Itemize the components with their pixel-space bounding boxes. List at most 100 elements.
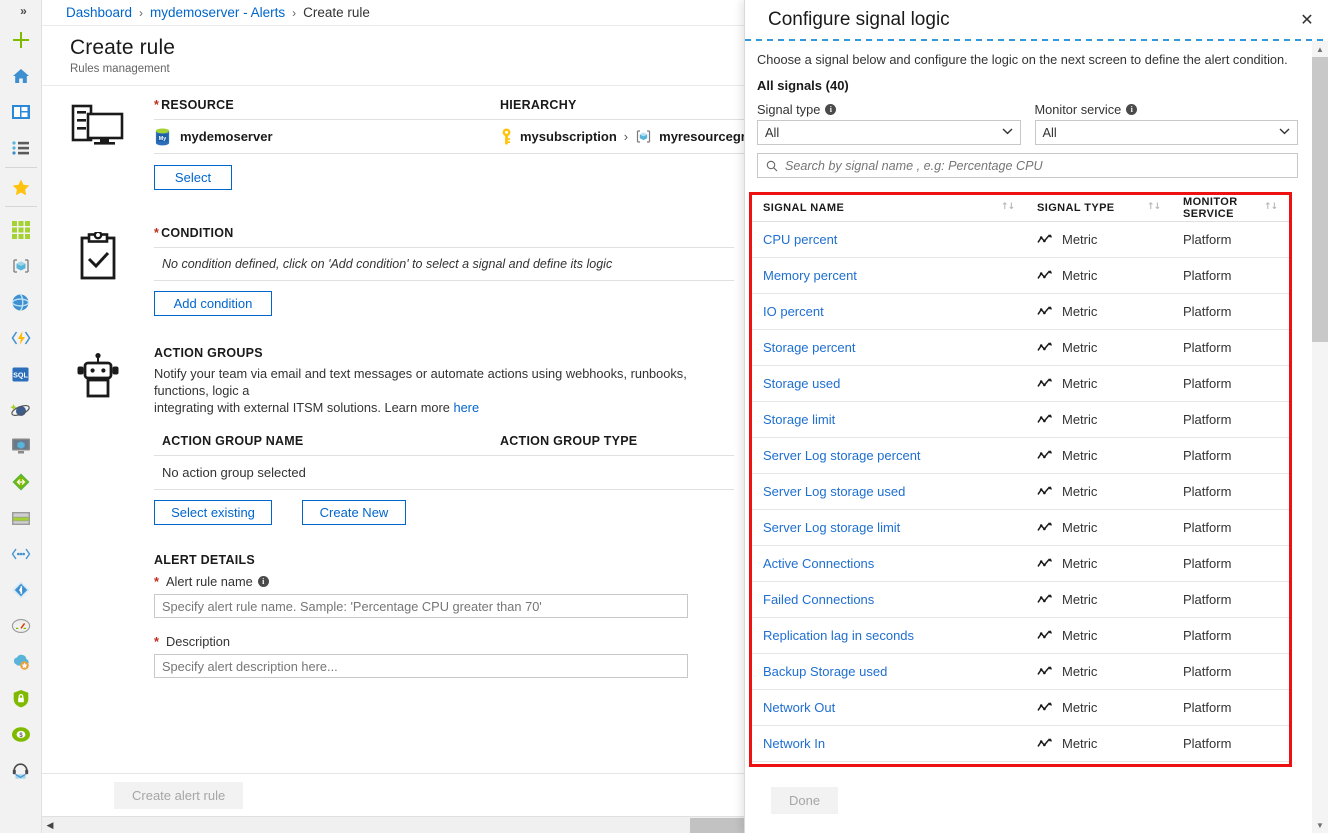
all-services-icon[interactable]	[0, 130, 42, 166]
resource-groups-icon[interactable]	[0, 248, 42, 284]
select-existing-action-group-button[interactable]: Select existing	[154, 500, 272, 525]
signal-name-link[interactable]: Replication lag in seconds	[763, 628, 914, 643]
signal-name-link[interactable]: Storage limit	[763, 412, 835, 427]
select-resource-button[interactable]: Select	[154, 165, 232, 190]
breadcrumb-item-alerts[interactable]: mydemoserver - Alerts	[150, 5, 285, 20]
signal-type-select[interactable]: All	[757, 120, 1021, 145]
signal-name-link[interactable]: Network Out	[763, 700, 835, 715]
virtual-machines-icon[interactable]	[0, 428, 42, 464]
app-services-icon[interactable]	[0, 284, 42, 320]
table-row[interactable]: Server Log storage used Metric Platform	[752, 473, 1289, 510]
signal-name-link[interactable]: Storage percent	[763, 340, 856, 355]
sort-icon[interactable]: ↑↓	[1264, 202, 1278, 212]
info-icon[interactable]: i	[257, 576, 269, 587]
signal-name-cell: Storage limit	[752, 401, 1026, 438]
horizontal-scrollbar[interactable]: ◀	[42, 816, 744, 833]
alert-description-label: * Description	[154, 634, 230, 649]
table-row[interactable]: Active Connections Metric Platform	[752, 545, 1289, 582]
alert-rule-name-input[interactable]	[154, 594, 688, 618]
signal-search-box[interactable]: Search by signal name , e.g: Percentage …	[757, 153, 1298, 178]
monitor-icon[interactable]	[0, 608, 42, 644]
sql-databases-icon[interactable]: SQL	[0, 356, 42, 392]
table-row[interactable]: IO percent Metric Platform	[752, 293, 1289, 330]
done-button[interactable]: Done	[771, 786, 839, 814]
learn-more-link[interactable]: here	[453, 400, 479, 415]
storage-accounts-icon[interactable]	[0, 500, 42, 536]
signal-type-text: Metric	[1062, 411, 1098, 427]
scroll-down-icon[interactable]: ▼	[1312, 817, 1328, 833]
create-resource-icon[interactable]	[0, 22, 42, 58]
table-row[interactable]: Replication lag in seconds Metric Platform	[752, 617, 1289, 654]
table-row[interactable]: Network Out Metric Platform	[752, 689, 1289, 726]
table-row[interactable]: Failed Connections Metric Platform	[752, 581, 1289, 618]
signal-name-link[interactable]: Network In	[763, 736, 825, 751]
table-row[interactable]: Storage used Metric Platform	[752, 365, 1289, 402]
panel-scrollbar-thumb[interactable]	[1312, 57, 1328, 342]
signal-type-cell: Metric	[1026, 689, 1172, 726]
table-row[interactable]: Storage limit Metric Platform	[752, 401, 1289, 438]
add-condition-wrap: Add condition	[154, 281, 734, 316]
signal-type-text: Metric	[1062, 303, 1098, 319]
add-condition-button[interactable]: Add condition	[154, 291, 272, 316]
expand-nav-icon[interactable]: »	[0, 0, 42, 22]
help-support-icon[interactable]	[0, 752, 42, 788]
table-row[interactable]: Server Log storage percent Metric Platform	[752, 437, 1289, 474]
robot-icon	[77, 353, 119, 398]
signal-name-link[interactable]: Server Log storage percent	[763, 448, 921, 463]
scroll-left-icon[interactable]: ◀	[45, 820, 55, 831]
panel-vertical-scrollbar[interactable]: ▲ ▼	[1312, 41, 1328, 833]
signal-name-link[interactable]: Failed Connections	[763, 592, 874, 607]
signals-table-scroll: SIGNAL NAME ↑↓ SIGNAL TYPE ↑↓ MONITOR SE…	[752, 195, 1289, 764]
hierarchy-subscription: mysubscription	[520, 129, 617, 144]
favorites-icon[interactable]	[0, 169, 42, 205]
signal-type-content: Metric	[1037, 556, 1172, 571]
security-center-icon[interactable]	[0, 680, 42, 716]
info-icon[interactable]: i	[1126, 104, 1138, 115]
create-new-action-group-button[interactable]: Create New	[302, 500, 406, 525]
create-alert-rule-button[interactable]: Create alert rule	[114, 781, 244, 809]
monitor-service-select[interactable]: All	[1034, 120, 1298, 145]
table-row[interactable]: Network In Metric Platform	[752, 725, 1289, 762]
table-row[interactable]: Storage percent Metric Platform	[752, 329, 1289, 366]
signal-name-link[interactable]: Active Connections	[763, 556, 874, 571]
info-icon[interactable]: i	[825, 104, 837, 115]
sort-icon[interactable]: ↑↓	[1001, 202, 1015, 212]
metric-chart-icon	[1037, 594, 1052, 603]
resource-value-row: My mydemoserver mysubscription › myresou…	[154, 120, 744, 154]
signal-name-link[interactable]: Memory percent	[763, 268, 857, 283]
sort-icon[interactable]: ↑↓	[1147, 202, 1161, 212]
column-header-signal-type[interactable]: SIGNAL TYPE ↑↓	[1026, 195, 1172, 222]
table-row[interactable]: CPU percent Metric Platform	[752, 221, 1289, 258]
cost-management-icon[interactable]: $	[0, 716, 42, 752]
column-header-monitor-service[interactable]: MONITOR SERVICE ↑↓	[1172, 195, 1289, 222]
column-header-signal-name[interactable]: SIGNAL NAME ↑↓	[752, 195, 1026, 222]
signal-name-link[interactable]: Server Log storage limit	[763, 520, 900, 535]
virtual-networks-icon[interactable]	[0, 536, 42, 572]
signal-name-link[interactable]: CPU percent	[763, 232, 837, 247]
table-row[interactable]: Backup Storage used Metric Platform	[752, 653, 1289, 690]
advisor-icon[interactable]	[0, 644, 42, 680]
signal-name-cell: Failed Connections	[752, 581, 1026, 618]
alert-description-input[interactable]	[154, 654, 688, 678]
alert-details-section-main: ALERT DETAILS * Alert rule name i * Desc…	[154, 553, 744, 678]
signal-name-link[interactable]: IO percent	[763, 304, 824, 319]
load-balancers-icon[interactable]	[0, 464, 42, 500]
breadcrumb-item-dashboard[interactable]: Dashboard	[66, 5, 132, 20]
table-row[interactable]: Server Log storage limit Metric Platform	[752, 509, 1289, 546]
close-icon[interactable]: ✕	[1296, 8, 1318, 30]
table-row[interactable]: Memory percent Metric Platform	[752, 257, 1289, 294]
panel-filters: Signal type i All Monitor service i All	[745, 93, 1312, 145]
home-icon[interactable]	[0, 58, 42, 94]
signal-name-link[interactable]: Server Log storage used	[763, 484, 905, 499]
scroll-up-icon[interactable]: ▲	[1312, 41, 1328, 57]
horizontal-scrollbar-thumb[interactable]	[690, 818, 744, 833]
dashboard-icon[interactable]	[0, 94, 42, 130]
signal-name-link[interactable]: Backup Storage used	[763, 664, 887, 679]
signal-name-link[interactable]: Storage used	[763, 376, 840, 391]
azure-cosmos-db-icon[interactable]	[0, 392, 42, 428]
condition-section-icon-wrap	[42, 226, 154, 316]
azure-active-directory-icon[interactable]	[0, 572, 42, 608]
function-apps-icon[interactable]	[0, 320, 42, 356]
all-resources-icon[interactable]	[0, 212, 42, 248]
signal-type-cell: Metric	[1026, 365, 1172, 402]
